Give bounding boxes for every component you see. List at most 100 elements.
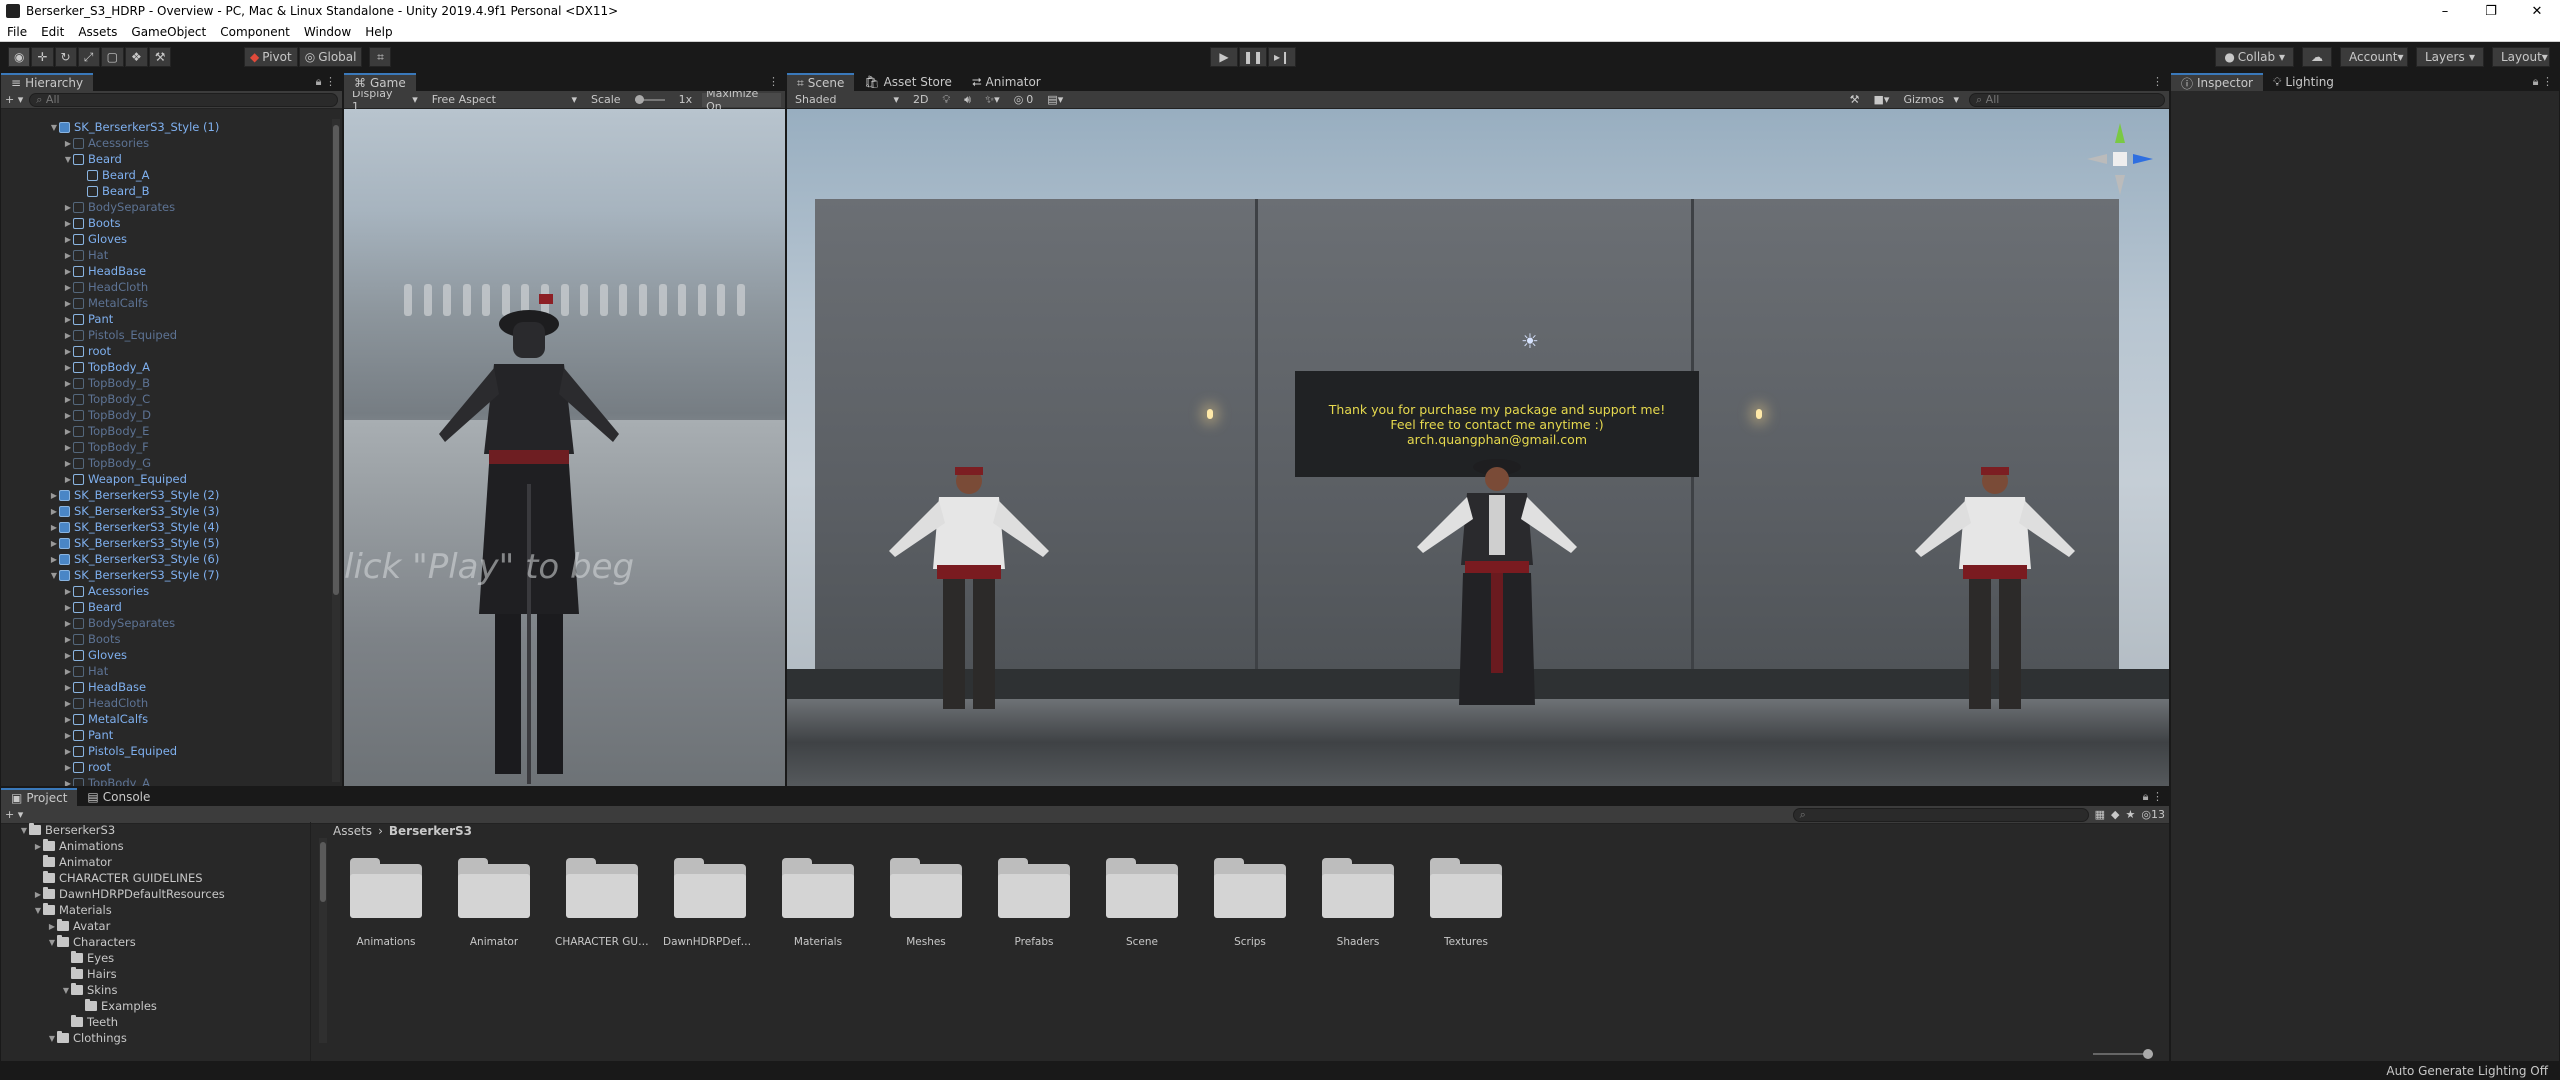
collab-button[interactable]: ● Collab ▾ [2215,47,2294,67]
hierarchy-row[interactable]: ▶ root [1,343,330,359]
collapsed-arrow-icon[interactable]: ▶ [49,555,59,564]
play-icon[interactable]: ▶ [1210,47,1238,67]
character-model-left[interactable] [889,459,1049,719]
expanded-arrow-icon[interactable]: ▼ [63,155,73,164]
hierarchy-row[interactable]: ▶ Acessories [1,135,330,151]
lock-icon[interactable]: 🔒︎ ⋮ [2533,75,2553,89]
hierarchy-scrollbar[interactable] [332,119,340,782]
hierarchy-row[interactable]: Beard_A [1,167,330,183]
mode-2d-toggle[interactable]: 2D [909,93,932,107]
collapsed-arrow-icon[interactable]: ▶ [63,235,73,244]
collapsed-arrow-icon[interactable]: ▶ [63,363,73,372]
expanded-arrow-icon[interactable]: ▼ [61,986,71,995]
layers-dropdown[interactable]: Layers ▾ [2416,47,2484,67]
collapsed-arrow-icon[interactable]: ▶ [63,747,73,756]
rotate-tool-icon[interactable]: ↻ [54,47,77,67]
shading-dropdown[interactable]: Shaded ▾ [791,93,903,107]
add-icon[interactable]: + ▾ [5,808,23,821]
collapsed-arrow-icon[interactable]: ▶ [63,779,73,787]
minimize-icon[interactable]: – [2422,0,2468,22]
breadcrumb-berserkers3[interactable]: BerserkerS3 [389,824,472,838]
hierarchy-row[interactable]: ▶ Pistols_Equiped [1,743,330,759]
hierarchy-row[interactable]: ▶ TopBody_G [1,455,330,471]
account-dropdown[interactable]: Account ▾ [2340,47,2408,67]
collapsed-arrow-icon[interactable]: ▶ [63,315,73,324]
project-tree-row[interactable]: ▶ DawnHDRPDefaultResources [1,886,310,902]
hierarchy-row[interactable]: ▶ SK_BerserkerS3_Style (5) [1,535,330,551]
lighting-toggle-icon[interactable]: 💡︎ [938,93,954,107]
scale-slider-handle[interactable] [634,94,644,104]
project-tree-row[interactable]: ▼ Skins [1,982,310,998]
collapsed-arrow-icon[interactable]: ▶ [63,299,73,308]
global-button[interactable]: ◎ Global [298,47,363,67]
expanded-arrow-icon[interactable]: ▼ [47,938,57,947]
hierarchy-row[interactable]: ▶ TopBody_E [1,423,330,439]
collapsed-arrow-icon[interactable]: ▶ [63,427,73,436]
hierarchy-search-input[interactable]: ⌕ All [29,92,338,107]
project-tree-row[interactable]: Animator [1,854,310,870]
project-search-input[interactable]: ⌕ [1792,807,2089,822]
collapsed-arrow-icon[interactable]: ▶ [47,922,57,931]
status-text[interactable]: Auto Generate Lighting Off [2386,1064,2548,1078]
hierarchy-row[interactable]: ▶ TopBody_B [1,375,330,391]
project-tree-row[interactable]: Eyes [1,950,310,966]
project-tree-row[interactable]: ▶ Avatar [1,918,310,934]
lock-icon[interactable]: 🔒︎ ⋮ [316,75,336,89]
collapsed-arrow-icon[interactable]: ▶ [63,587,73,596]
hierarchy-row[interactable]: ▶ Boots [1,215,330,231]
hierarchy-row[interactable]: ▶ HeadBase [1,679,330,695]
scene-viewport[interactable]: ☀ Thank you for purchase my package and … [787,109,2169,786]
cloud-icon[interactable]: ☁ [2302,47,2332,67]
collapsed-arrow-icon[interactable]: ▶ [63,443,73,452]
hierarchy-row[interactable]: ▶ Hat [1,247,330,263]
hierarchy-row[interactable]: ▶ Boots [1,631,330,647]
hierarchy-row[interactable]: ▼ Beard [1,151,330,167]
project-tree-row[interactable]: ▶ Animations [1,838,310,854]
collapsed-arrow-icon[interactable]: ▶ [49,491,59,500]
tab-console[interactable]: ▤ Console [77,788,160,806]
filter-type-icon[interactable]: ▦ [2095,808,2105,821]
tab-inspector[interactable]: ⓘ Inspector [2171,73,2263,91]
camera-icon[interactable]: ■▾ [1870,93,1894,107]
collapsed-arrow-icon[interactable]: ▶ [63,603,73,612]
collapsed-arrow-icon[interactable]: ▶ [63,347,73,356]
collapsed-arrow-icon[interactable]: ▶ [63,203,73,212]
collapsed-arrow-icon[interactable]: ▶ [63,475,73,484]
hierarchy-row[interactable]: ▶ Pant [1,311,330,327]
hierarchy-row[interactable]: ▶ Gloves [1,647,330,663]
restore-icon[interactable]: ❐ [2468,0,2514,22]
tab-asset-store[interactable]: 🛍︎ Asset Store [854,73,962,91]
collapsed-arrow-icon[interactable]: ▶ [63,667,73,676]
icon-size-slider[interactable] [2093,1049,2153,1059]
collapsed-arrow-icon[interactable]: ▶ [63,331,73,340]
menu-help[interactable]: Help [358,25,399,39]
scene-search-input[interactable]: ⌕ All [1969,92,2165,107]
collapsed-arrow-icon[interactable]: ▶ [63,715,73,724]
hierarchy-row[interactable]: ▶ BodySeparates [1,615,330,631]
tab-game[interactable]: ⌘ Game [344,73,416,91]
collapsed-arrow-icon[interactable]: ▶ [63,219,73,228]
hidden-packages-toggle[interactable]: ◎13 [2141,808,2165,821]
hierarchy-row[interactable]: ▼ SK_BerserkerS3_Style (7) [1,567,330,583]
hierarchy-row[interactable]: ▶ TopBody_C [1,391,330,407]
collapsed-arrow-icon[interactable]: ▶ [63,635,73,644]
tools-icon[interactable]: ⚒ [1846,93,1864,107]
custom-tool-icon[interactable]: ⚒ [148,47,172,67]
grid-snap-icon[interactable]: ⌗ [369,47,392,67]
hierarchy-row[interactable]: ▶ Hat [1,663,330,679]
display-dropdown[interactable]: Display 1 ▾ [348,87,422,113]
folder-item[interactable]: CHARACTER GUI... [555,858,649,948]
hierarchy-row[interactable]: ▶ HeadCloth [1,279,330,295]
menu-component[interactable]: Component [213,25,297,39]
collapsed-arrow-icon[interactable]: ▶ [63,251,73,260]
project-tree-row[interactable]: ▼ Materials [1,902,310,918]
add-icon[interactable]: + ▾ [5,93,23,106]
collapsed-arrow-icon[interactable]: ▶ [63,459,73,468]
orientation-gizmo[interactable] [2085,121,2155,201]
step-icon[interactable]: ▸❙ [1268,47,1296,67]
hierarchy-row[interactable]: ▶ HeadCloth [1,695,330,711]
hierarchy-row[interactable]: ▶ Gloves [1,231,330,247]
collapsed-arrow-icon[interactable]: ▶ [63,283,73,292]
collapsed-arrow-icon[interactable]: ▶ [63,267,73,276]
view-tool-icon[interactable]: ◉ [8,47,31,67]
